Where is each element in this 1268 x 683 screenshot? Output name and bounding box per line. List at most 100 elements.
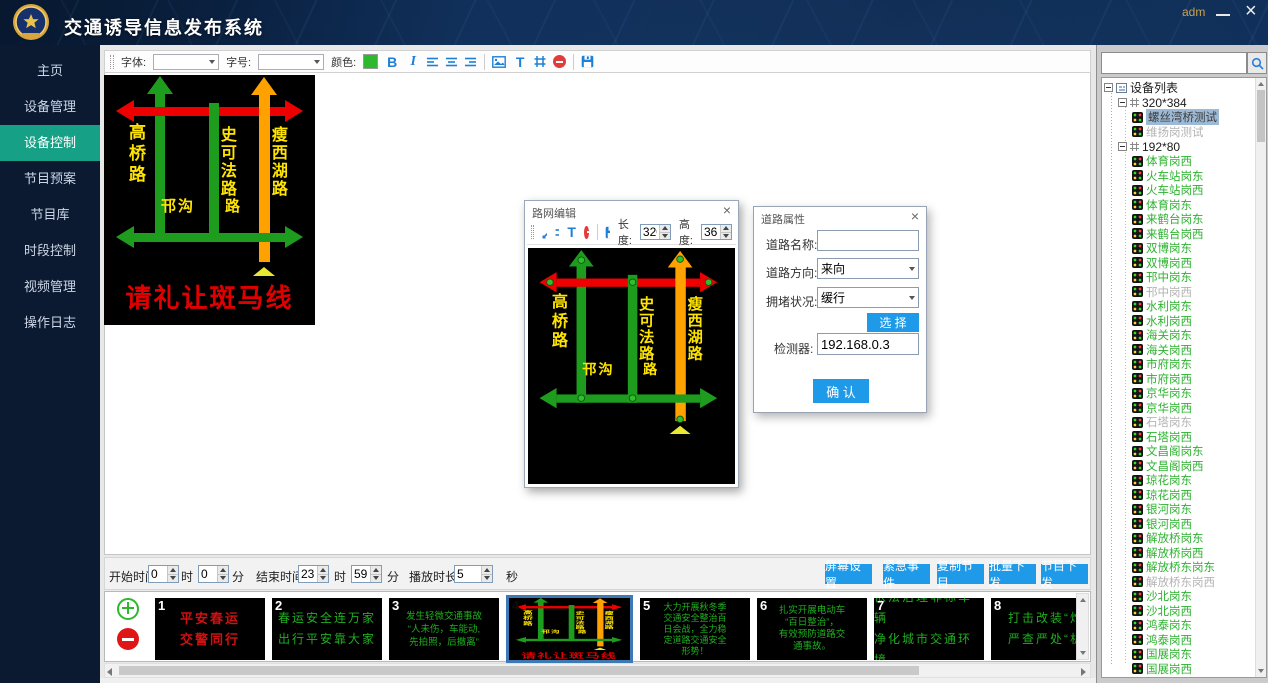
close-icon[interactable]: × <box>723 202 731 218</box>
spin-down-icon[interactable] <box>482 574 492 583</box>
spin-down-icon[interactable] <box>318 574 328 583</box>
tree-device[interactable]: 体育岗东 <box>1102 198 1255 213</box>
sidebar-item[interactable]: 节目库 <box>0 197 100 233</box>
add-program-button[interactable] <box>117 598 139 620</box>
spin-down-icon[interactable] <box>721 232 731 240</box>
tree-device[interactable]: 琼花岗东 <box>1102 473 1255 488</box>
road-direction-select[interactable]: 来向 <box>817 258 919 279</box>
network-node[interactable] <box>578 256 586 263</box>
start-minute-input[interactable] <box>199 566 217 582</box>
tree-device[interactable]: 双博岗西 <box>1102 256 1255 271</box>
tree-device[interactable]: 市府岗西 <box>1102 372 1255 387</box>
tree-device[interactable]: 国展岗东 <box>1102 647 1255 662</box>
save-icon[interactable] <box>581 55 594 68</box>
length-spinner[interactable] <box>640 224 671 240</box>
spin-up-icon[interactable] <box>318 566 328 574</box>
network-node[interactable] <box>546 279 554 286</box>
close-icon[interactable]: × <box>911 208 919 224</box>
tree-device[interactable]: 火车站岗东 <box>1102 169 1255 184</box>
end-hour-input[interactable] <box>299 566 317 582</box>
scroll-up-icon[interactable] <box>1077 595 1088 605</box>
scrollbar-thumb[interactable] <box>119 666 919 675</box>
image-icon[interactable] <box>492 56 506 68</box>
tree-device[interactable]: 解放桥东岗西 <box>1102 575 1255 590</box>
text-tool-icon[interactable]: T <box>513 54 527 70</box>
sidebar-item[interactable]: 节目预案 <box>0 161 100 197</box>
program-thumbnail[interactable]: 4高桥路史可法路瘦西湖路邗沟路请礼让斑马线 <box>506 595 633 663</box>
sidebar-item[interactable]: 设备管理 <box>0 89 100 125</box>
user-name[interactable]: adm <box>1182 5 1205 19</box>
height-spinner[interactable] <box>701 224 732 240</box>
end-hour-spinner[interactable] <box>298 565 329 583</box>
tree-device[interactable]: 京华岗西 <box>1102 401 1255 416</box>
toolbar-drag-handle[interactable] <box>110 55 114 69</box>
tree-device[interactable]: 石塔岗东 <box>1102 415 1255 430</box>
start-minute-spinner[interactable] <box>198 565 229 583</box>
spin-down-icon[interactable] <box>371 574 381 583</box>
tree-device[interactable]: 来鹤台岗西 <box>1102 227 1255 242</box>
spin-up-icon[interactable] <box>371 566 381 574</box>
spin-up-icon[interactable] <box>482 566 492 574</box>
height-input[interactable] <box>702 225 720 239</box>
align-left-icon[interactable] <box>427 56 439 68</box>
tree-device[interactable]: 沙北岗西 <box>1102 604 1255 619</box>
close-icon[interactable]: × <box>1245 0 1257 23</box>
tree-device[interactable]: 海关岗西 <box>1102 343 1255 358</box>
delete-icon[interactable] <box>584 226 589 239</box>
roadnet-canvas[interactable]: 高桥路史可法路瘦西湖路邗沟路 <box>528 248 735 484</box>
roadnet-icon[interactable] <box>534 55 546 68</box>
tree-device[interactable]: 银河岗西 <box>1102 517 1255 532</box>
tree-device[interactable]: 双博岗东 <box>1102 241 1255 256</box>
tree-group[interactable]: 192*80 <box>1102 139 1255 154</box>
scroll-left-icon[interactable] <box>107 668 112 676</box>
tree-device[interactable]: 石塔岗西 <box>1102 430 1255 445</box>
collapse-icon[interactable] <box>1104 83 1113 92</box>
action-button[interactable]: 批量下发 <box>989 564 1036 584</box>
spin-up-icon[interactable] <box>168 566 178 574</box>
tree-device[interactable]: 水利岗东 <box>1102 299 1255 314</box>
sidebar-item[interactable]: 主页 <box>0 53 100 89</box>
tree-device[interactable]: 解放桥岗西 <box>1102 546 1255 561</box>
sign-preview-panel[interactable]: 高桥路史可法路瘦西湖路邗沟路请礼让斑马线 <box>104 75 315 325</box>
action-button[interactable]: 屏幕设置 <box>825 564 872 584</box>
align-center-icon[interactable] <box>446 56 458 68</box>
end-minute-spinner[interactable] <box>351 565 382 583</box>
minimize-icon[interactable] <box>1216 14 1230 16</box>
tree-device[interactable]: 京华岗东 <box>1102 386 1255 401</box>
toolbar-drag-handle[interactable] <box>531 225 534 239</box>
junction-icon[interactable] <box>555 226 560 239</box>
program-thumbnail[interactable]: 6扎实开展电动车“百日整治”，有效预防道路交通事故。 <box>757 598 867 660</box>
tree-device[interactable]: 来鹤台岗东 <box>1102 212 1255 227</box>
search-button[interactable] <box>1247 52 1267 74</box>
detector-input[interactable] <box>817 333 919 355</box>
font-select[interactable] <box>153 54 219 70</box>
network-node[interactable] <box>629 394 637 401</box>
tree-device[interactable]: 文昌阁岗东 <box>1102 444 1255 459</box>
confirm-button[interactable]: 确 认 <box>813 379 869 403</box>
tree-device[interactable]: 螺丝湾桥测试 <box>1102 110 1255 125</box>
action-button[interactable]: 复制节目 <box>937 564 984 584</box>
strip-horizontal-scrollbar[interactable] <box>104 663 1091 678</box>
program-thumbnail[interactable]: 3发生轻微交通事故“人未伤，车能动,先拍照，后撤离” <box>389 598 499 660</box>
program-thumbnail[interactable]: 5大力开展秋冬季交通安全整治百日会战，全力稳定道路交通安全形势！ <box>640 598 750 660</box>
tree-device[interactable]: 国展岗西 <box>1102 662 1255 677</box>
tree-device[interactable]: 沙北岗东 <box>1102 589 1255 604</box>
scroll-up-icon[interactable] <box>1256 79 1266 89</box>
save-icon[interactable] <box>605 226 610 239</box>
tree-device[interactable]: 水利岗西 <box>1102 314 1255 329</box>
network-node[interactable] <box>578 394 586 401</box>
draw-road-icon[interactable] <box>542 226 547 239</box>
network-node[interactable] <box>629 279 637 286</box>
tree-device[interactable]: 鸿泰岗西 <box>1102 633 1255 648</box>
text-tool-icon[interactable]: T <box>567 224 576 240</box>
size-select[interactable] <box>258 54 324 70</box>
tree-device[interactable]: 邗中岗西 <box>1102 285 1255 300</box>
tree-device[interactable]: 体育岗西 <box>1102 154 1255 169</box>
tree-device[interactable]: 邗中岗东 <box>1102 270 1255 285</box>
sidebar-item[interactable]: 操作日志 <box>0 305 100 341</box>
align-right-icon[interactable] <box>465 56 477 68</box>
tree-device[interactable]: 鸿泰岗东 <box>1102 618 1255 633</box>
congestion-select[interactable]: 缓行 <box>817 287 919 308</box>
network-node[interactable] <box>676 416 684 423</box>
bold-button[interactable]: B <box>385 54 399 70</box>
